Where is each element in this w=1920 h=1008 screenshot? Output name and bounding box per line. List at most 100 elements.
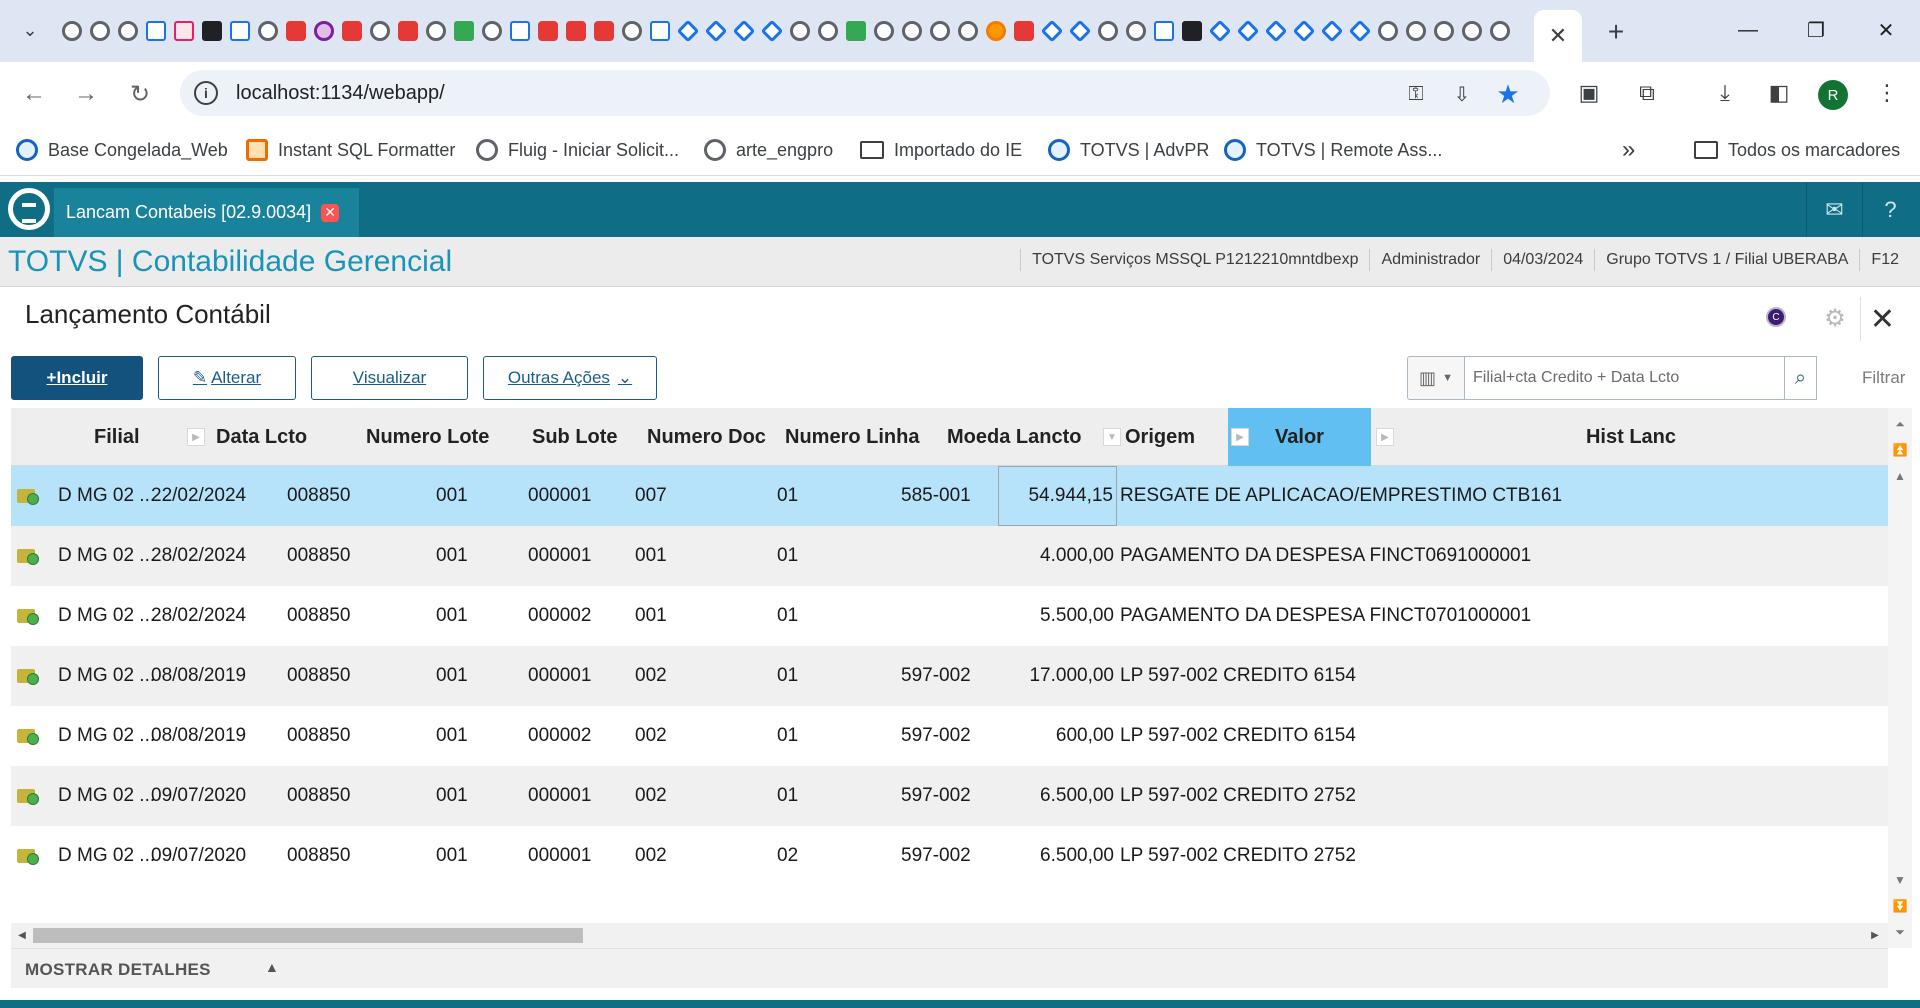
cell-valor[interactable]: 4.000,00 (998, 526, 1117, 586)
address-bar[interactable]: i localhost:1134/webapp/ ⚿ ⇩ ★ (180, 70, 1550, 116)
status-legend-icon[interactable] (17, 606, 39, 625)
details-toggle-bar[interactable]: MOSTRAR DETALHES ▲ (11, 948, 1888, 988)
pinned-tab-favicon[interactable] (1122, 17, 1150, 45)
all-bookmarks-button[interactable]: Todos os marcadores (1694, 136, 1900, 164)
scroll-page-up-icon[interactable]: ⏫ (1890, 438, 1910, 462)
cell-valor[interactable]: 5.500,00 (998, 586, 1117, 646)
status-legend-icon[interactable] (17, 546, 39, 565)
cell-hist[interactable]: LP 597-002 CREDITO 2752 (1120, 826, 1880, 886)
browser-menu-icon[interactable]: ⋮ (1872, 78, 1902, 108)
cell-sublote[interactable]: 001 (436, 826, 516, 886)
cell-moeda[interactable]: 02 (777, 826, 837, 886)
table-row[interactable]: D MG 02 ... 28/02/2024 008850 001 000001 001 0… (11, 526, 1888, 586)
pinned-tab-favicon[interactable] (1094, 17, 1122, 45)
cell-valor[interactable]: 6.500,00 (998, 826, 1117, 886)
cell-lote[interactable]: 008850 (287, 466, 397, 526)
cell-valor[interactable]: 600,00 (998, 706, 1117, 766)
pinned-tab-favicon[interactable] (1458, 17, 1486, 45)
column-header-valor[interactable]: Valor (1228, 408, 1371, 466)
pinned-tab-favicon[interactable] (422, 17, 450, 45)
bookmarks-overflow-button[interactable]: » (1622, 136, 1635, 164)
cell-hist[interactable]: LP 597-002 CREDITO 6154 (1120, 706, 1880, 766)
column-header-doc[interactable]: Numero Doc (647, 408, 777, 466)
cell-doc[interactable]: 000002 (528, 586, 628, 646)
side-panel-icon[interactable]: ◧ (1764, 78, 1794, 108)
pinned-tab-favicon[interactable] (870, 17, 898, 45)
status-legend-icon[interactable] (17, 666, 39, 685)
filter-label[interactable]: Filtrar (1862, 368, 1905, 388)
pinned-tab-favicon[interactable] (1178, 17, 1206, 45)
pinned-tab-favicon[interactable] (562, 17, 590, 45)
cell-origem[interactable]: 585-001 (901, 466, 1001, 526)
status-branch[interactable]: Grupo TOTVS 1 / Filial UBERABA (1594, 249, 1859, 271)
column-header-filial[interactable]: Filial (94, 408, 184, 466)
pinned-tab-favicon[interactable] (1430, 17, 1458, 45)
visualizar-button[interactable]: Visualizar (311, 356, 468, 400)
cell-doc[interactable]: 000001 (528, 526, 628, 586)
column-header-hist[interactable]: Hist Lanc (1381, 408, 1881, 466)
pinned-tab-favicon[interactable] (786, 17, 814, 45)
cell-sublote[interactable]: 001 (436, 526, 516, 586)
cell-doc[interactable]: 000001 (528, 766, 628, 826)
cell-filial[interactable]: D MG 02 ... (58, 826, 154, 886)
bookmark-item[interactable]: Instant SQL Formatter (246, 136, 455, 164)
status-legend-icon[interactable] (17, 846, 39, 865)
cell-sublote[interactable]: 001 (436, 466, 516, 526)
scroll-up-icon[interactable]: ▲ (1890, 464, 1910, 488)
pinned-tab-favicon[interactable] (618, 17, 646, 45)
bookmark-item[interactable]: TOTVS | Remote Ass... (1224, 136, 1442, 164)
cell-lote[interactable]: 008850 (287, 646, 397, 706)
table-row[interactable]: D MG 02 ... 09/07/2020 008850 001 000001 002 0… (11, 766, 1888, 826)
cell-moeda[interactable]: 01 (777, 706, 837, 766)
cell-sublote[interactable]: 001 (436, 766, 516, 826)
tab-search-chevron-icon[interactable]: ⌄ (14, 14, 46, 46)
cell-data[interactable]: 09/07/2020 (151, 826, 271, 886)
cell-moeda[interactable]: 01 (777, 586, 837, 646)
cell-lote[interactable]: 008850 (287, 706, 397, 766)
pinned-tab-favicon[interactable] (58, 17, 86, 45)
cell-doc[interactable]: 000001 (528, 826, 628, 886)
pinned-tab-favicon[interactable] (730, 17, 758, 45)
pinned-tab-favicon[interactable] (814, 17, 842, 45)
pinned-tab-favicon[interactable] (478, 17, 506, 45)
pinned-tab-favicon[interactable] (1346, 17, 1374, 45)
pinned-tab-favicon[interactable] (226, 17, 254, 45)
pinned-tab-favicon[interactable] (366, 17, 394, 45)
cell-doc[interactable]: 000001 (528, 646, 628, 706)
pinned-tab-favicon[interactable] (1066, 17, 1094, 45)
bookmark-item[interactable]: arte_engpro (704, 136, 833, 164)
cell-origem[interactable] (901, 586, 1001, 646)
pinned-tab-favicon[interactable] (1038, 17, 1066, 45)
column-sort-icon[interactable]: ▶ (1231, 428, 1249, 446)
pinned-tab-favicon[interactable] (842, 17, 870, 45)
column-header-sublote[interactable]: Sub Lote (532, 408, 632, 466)
pinned-tab-favicon[interactable] (338, 17, 366, 45)
pinned-tab-favicon[interactable] (1150, 17, 1178, 45)
help-badge-icon[interactable]: C (1766, 307, 1786, 327)
outras-acoes-button[interactable]: Outras Ações ⌄ (483, 356, 657, 400)
column-sort-icon[interactable]: ▶ (187, 428, 205, 446)
bookmark-item[interactable]: Base Congelada_Web (16, 136, 228, 164)
caret-up-icon[interactable]: ▲ (265, 959, 279, 975)
bookmark-item[interactable]: Fluig - Iniciar Solicit... (476, 136, 679, 164)
pinned-tab-favicon[interactable] (254, 17, 282, 45)
search-icon[interactable]: ⌕ (1785, 356, 1817, 400)
bookmark-item[interactable]: TOTVS | AdvPR (1048, 136, 1209, 164)
table-row[interactable]: D MG 02 ... 28/02/2024 008850 001 000002 001 0… (11, 586, 1888, 646)
pinned-tab-favicon[interactable] (142, 17, 170, 45)
cell-hist[interactable]: LP 597-002 CREDITO 2752 (1120, 766, 1880, 826)
column-header-moeda[interactable]: Moeda Lancto (947, 408, 1097, 466)
pinned-tab-favicon[interactable] (1262, 17, 1290, 45)
table-row[interactable]: D MG 02 ... 22/02/2024 008850 001 000001 007 0… (11, 466, 1888, 526)
mail-icon[interactable]: ✉ (1806, 182, 1862, 237)
search-input[interactable] (1465, 356, 1785, 400)
cell-valor[interactable]: 54.944,15 (998, 466, 1117, 526)
url-text[interactable]: localhost:1134/webapp/ (236, 82, 445, 105)
cell-moeda[interactable]: 01 (777, 646, 837, 706)
cell-lote[interactable]: 008850 (287, 766, 397, 826)
cell-hist[interactable]: RESGATE DE APLICACAO/EMPRESTIMO CTB161 (1120, 466, 1880, 526)
cell-lote[interactable]: 008850 (287, 526, 397, 586)
column-header-linha[interactable]: Numero Linha (785, 408, 935, 466)
status-legend-icon[interactable] (17, 786, 39, 805)
cell-linha[interactable]: 002 (635, 646, 715, 706)
